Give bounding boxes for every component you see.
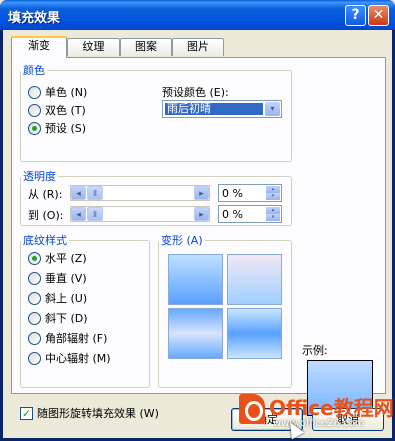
spin-down-icon[interactable]: ▾ [266,214,280,221]
tab-pattern[interactable]: 图案 [120,38,172,56]
radio-one-color-label: 单色 (N) [45,86,88,99]
from-label: 从 (R): [28,188,63,201]
help-button[interactable]: ? [345,5,366,26]
radio-icon [28,351,41,365]
to-value: 0 % [222,208,243,221]
radio-two-colors-label: 双色 (T) [45,104,86,117]
tab-gradient[interactable]: 渐变 [11,36,67,58]
preset-colors-value: 雨后初晴 [165,103,263,115]
spin-down-icon[interactable]: ▾ [266,193,280,200]
from-spinner[interactable]: 0 % ▴ ▾ [218,184,282,202]
to-label: 到 (O): [28,209,64,222]
preset-colors-dropdown[interactable]: 雨后初晴 ▾ [162,100,282,118]
variant-swatch-4[interactable] [227,308,282,359]
radio-icon [28,291,41,305]
checkmark-icon: ✓ [20,406,33,420]
chevron-down-icon[interactable]: ▾ [265,102,280,116]
radio-icon [28,85,41,99]
radio-diagonal-up-label: 斜上 (U) [45,292,88,305]
radio-from-corner-label: 角部辐射 (F) [45,332,108,345]
slider-thumb[interactable]: ⦀ [87,186,103,200]
spin-up-icon[interactable]: ▴ [266,207,280,214]
radio-diagonal-up[interactable]: 斜上 (U) [28,290,87,306]
chevron-right-icon[interactable]: ▸ [194,186,209,200]
transparency-legend: 透明度 [23,170,56,183]
radio-icon [28,311,41,325]
from-slider[interactable]: ◂ ⦀ ▸ [70,185,210,201]
cancel-button[interactable]: 取消 [312,408,384,431]
radio-icon [28,103,41,117]
slider-thumb[interactable]: ⦀ [87,207,103,221]
chevron-left-icon[interactable]: ◂ [71,186,86,200]
radio-selected-icon [28,251,41,265]
dialog-title: 填充效果 [8,11,61,26]
radio-horizontal[interactable]: 水平 (Z) [28,250,87,266]
rotate-with-shape-checkbox[interactable]: ✓ 随图形旋转填充效果 (W) [20,405,159,421]
radio-icon [28,271,41,285]
radio-preset[interactable]: 预设 (S) [28,120,86,136]
to-slider[interactable]: ◂ ⦀ ▸ [70,206,210,222]
dialog-body: 渐变 纹理 图案 图片 颜色 单色 (N) 双色 (T) 预设 (S) 预设颜色… [3,30,392,438]
close-button[interactable]: ✕ [368,5,389,26]
variant-swatch-1[interactable] [168,254,223,305]
radio-icon [28,331,41,345]
radio-vertical-label: 垂直 (V) [45,272,87,285]
sample-label: 示例: [302,344,328,357]
variant-swatch-2[interactable] [227,254,282,305]
rotate-with-shape-label: 随图形旋转填充效果 (W) [37,407,159,420]
to-spinner[interactable]: 0 % ▴ ▾ [218,205,282,223]
radio-two-colors[interactable]: 双色 (T) [28,102,86,118]
radio-from-center-label: 中心辐射 (M) [45,352,111,365]
colors-legend: 颜色 [23,64,45,77]
radio-diagonal-down-label: 斜下 (D) [45,312,88,325]
tab-picture[interactable]: 图片 [172,38,224,56]
preset-colors-label: 预设颜色 (E): [162,86,229,99]
shading-styles-legend: 底纹样式 [23,234,67,247]
radio-diagonal-down[interactable]: 斜下 (D) [28,310,88,326]
variants-legend: 变形 (A) [161,234,203,247]
tab-texture[interactable]: 纹理 [67,38,120,56]
chevron-left-icon[interactable]: ◂ [71,207,86,221]
from-value: 0 % [222,187,243,200]
radio-vertical[interactable]: 垂直 (V) [28,270,87,286]
title-bar[interactable]: 填充效果 ? ✕ [0,0,395,30]
spin-up-icon[interactable]: ▴ [266,186,280,193]
variant-swatch-3[interactable] [168,308,223,359]
fill-effects-dialog: 填充效果 ? ✕ 渐变 纹理 图案 图片 颜色 单色 (N) 双色 (T) 预设… [0,0,395,441]
radio-from-center[interactable]: 中心辐射 (M) [28,350,111,366]
chevron-right-icon[interactable]: ▸ [194,207,209,221]
radio-horizontal-label: 水平 (Z) [45,252,87,265]
radio-preset-label: 预设 (S) [45,122,87,135]
radio-selected-icon [28,121,41,135]
radio-one-color[interactable]: 单色 (N) [28,84,87,100]
radio-from-corner[interactable]: 角部辐射 (F) [28,330,107,346]
gradient-panel: 颜色 单色 (N) 双色 (T) 预设 (S) 预设颜色 (E): 雨后初晴 ▾ [11,57,386,420]
